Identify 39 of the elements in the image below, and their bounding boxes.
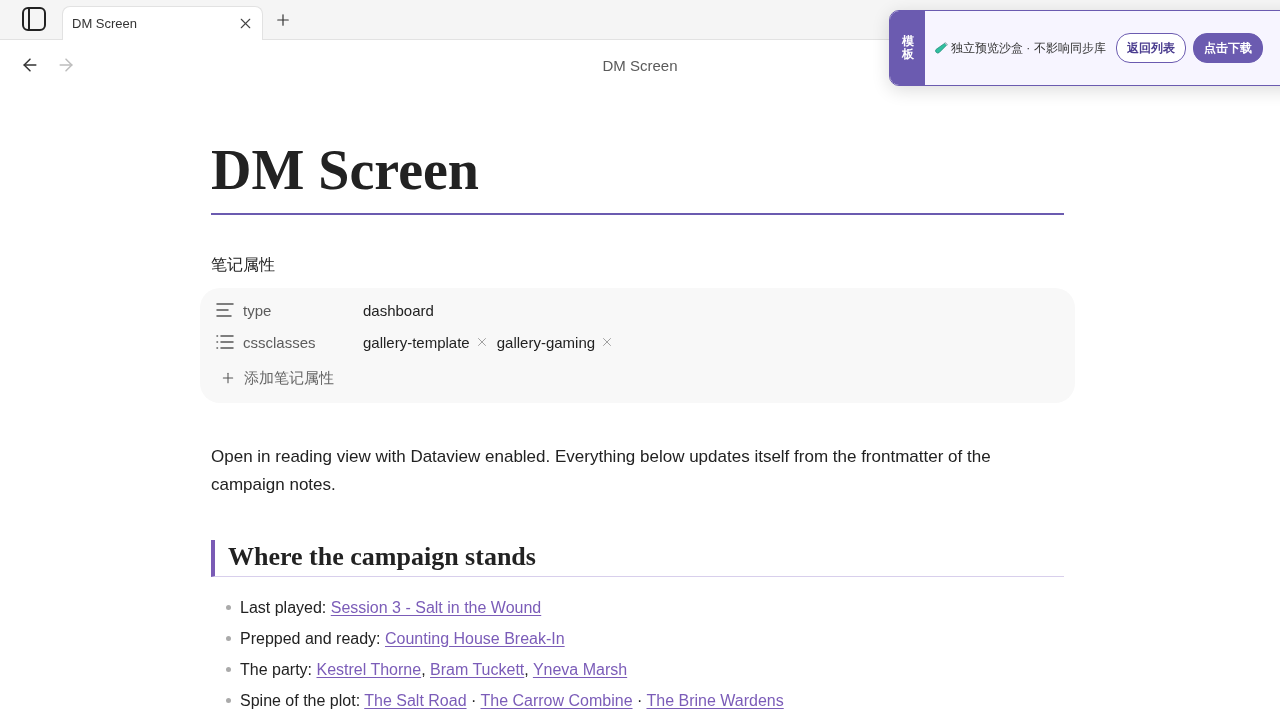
note-link[interactable]: The Brine Wardens xyxy=(646,691,784,709)
note-link[interactable]: The Carrow Combine xyxy=(480,691,633,709)
property-name: type xyxy=(243,301,273,319)
list-item: Last played: Session 3 - Salt in the Wound xyxy=(240,598,542,617)
download-button[interactable]: 点击下载 xyxy=(1192,33,1263,63)
bullet-icon xyxy=(226,636,231,641)
plus-icon xyxy=(220,370,236,386)
properties-heading: 笔记属性 xyxy=(211,255,275,275)
list-item: The party: Kestrel Thorne, Bram Tuckett, Yneva Marsh xyxy=(240,660,628,679)
view-title: DM Screen xyxy=(602,56,678,74)
intro-paragraph: Open in reading view with Dataview enabled. Everything below updates itself from the frontmatter of the campaign notes. xyxy=(211,446,992,496)
back-to-list-button[interactable]: 返回列表 xyxy=(1115,33,1186,63)
banner-message: 独立预览沙盒 · 不影响同步库 xyxy=(951,39,1106,57)
bullet-icon xyxy=(226,667,231,672)
bullet-icon xyxy=(226,698,231,703)
note-link[interactable]: Yneva Marsh xyxy=(532,660,628,678)
tab[interactable]: DM Screen xyxy=(62,6,263,40)
text-lines-icon xyxy=(216,301,234,319)
note-link[interactable]: The Salt Road xyxy=(364,691,467,709)
tab-title: DM Screen xyxy=(72,16,138,31)
list-item: Spine of the plot: The Salt Road · The Carrow Combine · The Brine Wardens xyxy=(240,691,784,710)
test-tube-icon xyxy=(935,41,948,55)
list-icon xyxy=(216,333,234,351)
note-link[interactable]: Counting House Break-In xyxy=(385,629,565,647)
bullet-icon xyxy=(226,605,231,610)
new-tab-button[interactable] xyxy=(274,11,292,29)
property-value[interactable]: dashboard xyxy=(363,301,434,319)
side-label: 模板 xyxy=(890,11,925,85)
note-link[interactable]: Session 3 - Salt in the Wound xyxy=(330,598,542,616)
note-link[interactable]: Bram Tuckett xyxy=(430,660,525,678)
note-title: DM Screen xyxy=(211,138,479,203)
section-heading: Where the campaign stands xyxy=(211,540,1064,577)
sidebar-toggle-icon[interactable] xyxy=(21,6,47,32)
list-item: Prepped and ready: Counting House Break-In xyxy=(240,629,565,648)
add-property-button[interactable]: 添加笔记属性 xyxy=(216,363,334,393)
property-tag[interactable]: gallery-template xyxy=(363,333,470,351)
property-name: cssclasses xyxy=(243,333,317,351)
note-link[interactable]: Kestrel Thorne xyxy=(316,660,422,678)
property-tag[interactable]: gallery-gaming xyxy=(496,333,596,351)
